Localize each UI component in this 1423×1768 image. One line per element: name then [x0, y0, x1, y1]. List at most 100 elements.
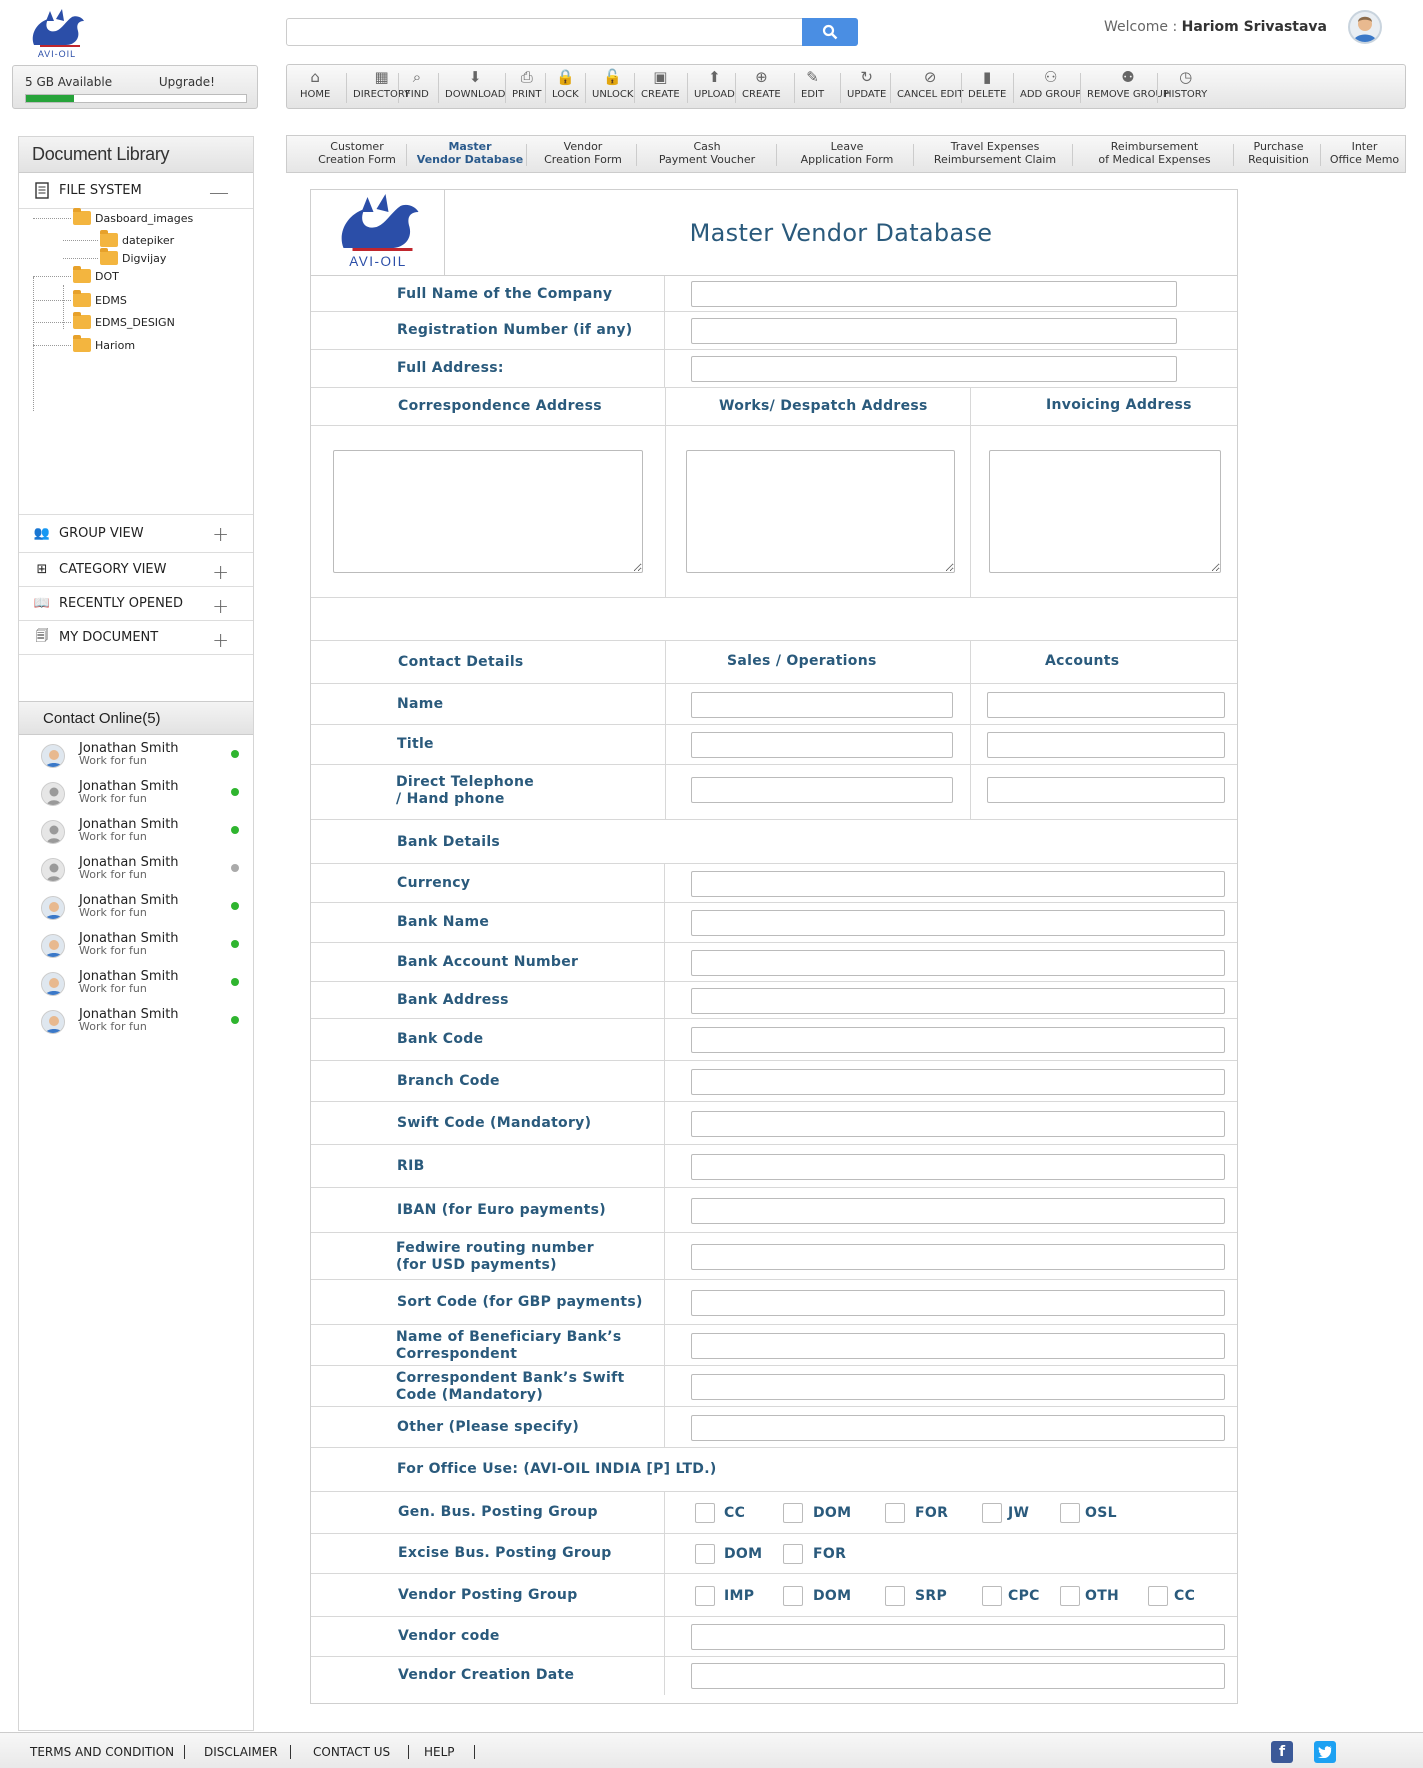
tree-folder[interactable]: Hariom — [73, 335, 135, 352]
invoicing-address-textarea[interactable] — [989, 450, 1221, 573]
corr-swift-input[interactable] — [691, 1374, 1225, 1400]
currency-input[interactable] — [691, 871, 1225, 897]
accounts-title-input[interactable] — [987, 732, 1225, 758]
toolbar-history-button[interactable]: ◷ HISTORY — [1164, 69, 1207, 101]
tab-customer-creation-form[interactable]: Customer Creation Form — [307, 140, 407, 166]
contact-item[interactable]: Jonathan Smith Work for fun — [19, 963, 253, 1001]
toolbar-download-button[interactable]: ⬇ DOWNLOAD — [445, 69, 505, 101]
section-group-view[interactable]: 👥 GROUP VIEW + — [19, 515, 253, 553]
bank-name-input[interactable] — [691, 910, 1225, 936]
checkbox-cc[interactable] — [695, 1503, 715, 1523]
accounts-name-input[interactable] — [987, 692, 1225, 718]
tab-master-vendor-database[interactable]: Master Vendor Database — [408, 140, 532, 166]
tab-purchase-requisition[interactable]: Purchase Requisition — [1235, 140, 1322, 166]
checkbox-for[interactable] — [885, 1503, 905, 1523]
works-address-textarea[interactable] — [686, 450, 955, 573]
contact-item[interactable]: Jonathan Smith Work for fun — [19, 811, 253, 849]
toolbar-cancel-edit-button[interactable]: ⊘ CANCEL EDIT — [897, 69, 963, 101]
search-input[interactable] — [286, 18, 858, 46]
full-address-input[interactable] — [691, 356, 1177, 382]
tree-folder[interactable]: Dasboard_images — [73, 208, 193, 225]
checkbox-osl[interactable] — [1060, 1503, 1080, 1523]
toolbar-find-button[interactable]: ⌕ FIND — [405, 69, 429, 101]
tab-vendor-creation-form[interactable]: Vendor Creation Form — [528, 140, 638, 166]
toolbar-add-group-button[interactable]: ⚇ ADD GROUP — [1020, 69, 1081, 101]
bank-account-input[interactable] — [691, 950, 1225, 976]
sort-code-input[interactable] — [691, 1290, 1225, 1316]
toolbar-update-button[interactable]: ↻ UPDATE — [847, 69, 886, 101]
contact-item[interactable]: Jonathan Smith Work for fun — [19, 735, 253, 773]
fedwire-input[interactable] — [691, 1244, 1225, 1270]
checkbox-cpc[interactable] — [982, 1586, 1002, 1606]
tree-folder[interactable]: EDMS_DESIGN — [73, 312, 175, 329]
tree-folder[interactable]: datepiker — [100, 230, 174, 247]
bank-address-input[interactable] — [691, 988, 1225, 1014]
checkbox-jw[interactable] — [982, 1503, 1002, 1523]
file-system-section[interactable]: FILE SYSTEM — — [19, 173, 253, 209]
beneficiary-input[interactable] — [691, 1333, 1225, 1359]
tree-folder[interactable]: Digvijay — [100, 248, 166, 265]
toolbar-delete-button[interactable]: ▮ DELETE — [968, 69, 1006, 101]
toolbar-home-button[interactable]: ⌂ HOME — [300, 69, 330, 101]
expand-icon[interactable]: + — [212, 594, 229, 618]
toolbar-unlock-button[interactable]: 🔓 UNLOCK — [592, 69, 633, 101]
correspondence-address-textarea[interactable] — [333, 450, 643, 573]
footer-link-disclaimer[interactable]: DISCLAIMER — [204, 1745, 278, 1759]
toolbar-directory-button[interactable]: ▦ DIRECTORY — [353, 69, 410, 101]
other-input[interactable] — [691, 1415, 1225, 1441]
footer-link-terms-and-condition[interactable]: TERMS AND CONDITION — [30, 1745, 174, 1759]
expand-icon[interactable]: + — [212, 560, 229, 584]
vendor-code-input[interactable] — [691, 1624, 1225, 1650]
user-avatar[interactable] — [1348, 10, 1382, 44]
tab-cash-payment-voucher[interactable]: Cash Payment Voucher — [638, 140, 776, 166]
tab-leave-application-form[interactable]: Leave Application Form — [778, 140, 916, 166]
expand-icon[interactable]: + — [212, 522, 229, 546]
contact-item[interactable]: Jonathan Smith Work for fun — [19, 925, 253, 963]
checkbox-srp[interactable] — [885, 1586, 905, 1606]
expand-icon[interactable]: + — [212, 628, 229, 652]
toolbar-print-button[interactable]: ⎙ PRINT — [512, 69, 542, 101]
sales-name-input[interactable] — [691, 692, 953, 718]
contact-item[interactable]: Jonathan Smith Work for fun — [19, 1001, 253, 1039]
tab-reimbursement-of-medical-expenses[interactable]: Reimbursement of Medical Expenses — [1074, 140, 1235, 166]
upgrade-link[interactable]: Upgrade! — [159, 75, 215, 89]
toolbar-lock-button[interactable]: 🔒 LOCK — [552, 69, 579, 101]
branch-code-input[interactable] — [691, 1069, 1225, 1095]
toolbar-create-button[interactable]: ⊕ CREATE — [742, 69, 781, 101]
rib-input[interactable] — [691, 1154, 1225, 1180]
contact-item[interactable]: Jonathan Smith Work for fun — [19, 887, 253, 925]
toolbar-create-button[interactable]: ▣ CREATE — [641, 69, 680, 101]
toolbar-upload-button[interactable]: ⬆ UPLOAD — [694, 69, 735, 101]
registration-input[interactable] — [691, 318, 1177, 344]
footer-link-contact-us[interactable]: CONTACT US — [313, 1745, 390, 1759]
search-button[interactable] — [802, 18, 858, 46]
checkbox-oth[interactable] — [1060, 1586, 1080, 1606]
checkbox-imp[interactable] — [695, 1586, 715, 1606]
toolbar-edit-button[interactable]: ✎ EDIT — [801, 69, 824, 101]
accounts-phone-input[interactable] — [987, 777, 1225, 803]
collapse-icon[interactable]: — — [209, 180, 229, 204]
footer-link-help[interactable]: HELP — [424, 1745, 455, 1759]
checkbox-cc[interactable] — [1148, 1586, 1168, 1606]
checkbox-dom[interactable] — [783, 1586, 803, 1606]
section-category-view[interactable]: ⊞ CATEGORY VIEW + — [19, 553, 253, 587]
swift-input[interactable] — [691, 1111, 1225, 1137]
section-recently-opened[interactable]: 📖 RECENTLY OPENED + — [19, 587, 253, 621]
section-my-document[interactable]: 🗐 MY DOCUMENT + — [19, 621, 253, 655]
sales-title-input[interactable] — [691, 732, 953, 758]
tree-folder[interactable]: EDMS — [73, 290, 127, 307]
tree-folder[interactable]: DOT — [73, 266, 119, 283]
tab-travel-expenses-reimbursement-claim[interactable]: Travel Expenses Reimbursement Claim — [915, 140, 1075, 166]
iban-input[interactable] — [691, 1198, 1225, 1224]
checkbox-for[interactable] — [783, 1544, 803, 1564]
twitter-icon[interactable] — [1314, 1741, 1336, 1763]
facebook-icon[interactable]: f — [1271, 1741, 1293, 1763]
tab-inter-office-memo[interactable]: Inter Office Memo — [1322, 140, 1407, 166]
sales-phone-input[interactable] — [691, 777, 953, 803]
bank-code-input[interactable] — [691, 1027, 1225, 1053]
checkbox-dom[interactable] — [695, 1544, 715, 1564]
contact-item[interactable]: Jonathan Smith Work for fun — [19, 773, 253, 811]
company-name-input[interactable] — [691, 281, 1177, 307]
checkbox-dom[interactable] — [783, 1503, 803, 1523]
contact-item[interactable]: Jonathan Smith Work for fun — [19, 849, 253, 887]
